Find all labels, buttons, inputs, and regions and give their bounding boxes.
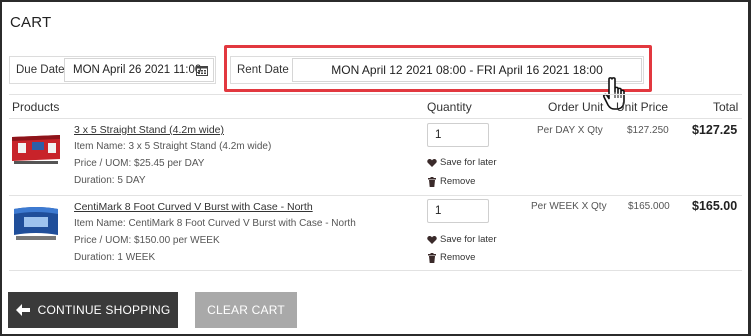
heart-icon xyxy=(427,158,437,167)
due-date-group: Due Date MON April 26 2021 11:00 xyxy=(9,56,216,84)
remove-link[interactable]: Remove xyxy=(427,176,475,187)
rent-date-input[interactable]: MON April 12 2021 08:00 - FRI April 16 2… xyxy=(292,58,642,82)
product-item-name: Item Name: 3 x 5 Straight Stand (4.2m wi… xyxy=(74,141,272,152)
due-date-label: Due Date xyxy=(16,64,65,76)
arrow-left-icon xyxy=(15,304,30,316)
trash-icon xyxy=(428,252,436,263)
product-price-uom: Price / UOM: $150.00 per WEEK xyxy=(74,235,220,246)
save-for-later-label: Save for later xyxy=(440,157,497,168)
header-order-unit: Order Unit xyxy=(548,100,604,114)
calendar-icon[interactable] xyxy=(196,65,208,76)
product-name-link[interactable]: 3 x 5 Straight Stand (4.2m wide) xyxy=(74,124,224,136)
quantity-input[interactable]: 1 xyxy=(427,123,489,147)
header-quantity: Quantity xyxy=(427,100,472,114)
continue-shopping-button[interactable]: CONTINUE SHOPPING xyxy=(8,292,178,328)
trash-icon xyxy=(428,176,436,187)
header-unit-price: Unit Price xyxy=(616,100,669,114)
product-duration: Duration: 5 DAY xyxy=(74,175,146,186)
product-duration: Duration: 1 WEEK xyxy=(74,252,156,263)
rent-date-group: Rent Date MON April 12 2021 08:00 - FRI … xyxy=(230,56,644,84)
remove-link[interactable]: Remove xyxy=(427,252,475,263)
quantity-input[interactable]: 1 xyxy=(427,199,489,223)
save-for-later-link[interactable]: Save for later xyxy=(427,234,497,245)
header-total: Total xyxy=(713,100,739,114)
rent-date-value: MON April 12 2021 08:00 - FRI April 16 2… xyxy=(331,63,603,77)
page-title: CART xyxy=(10,14,52,31)
rent-date-label: Rent Date xyxy=(237,64,289,76)
product-thumbnail[interactable] xyxy=(10,205,62,243)
continue-shopping-label: CONTINUE SHOPPING xyxy=(37,303,171,317)
row-total-value: $127.25 xyxy=(692,123,738,137)
header-divider xyxy=(9,118,742,119)
remove-label: Remove xyxy=(440,252,476,263)
heart-icon xyxy=(427,235,437,244)
order-unit-value: Per WEEK X Qty xyxy=(531,201,607,212)
due-date-value: MON April 26 2021 11:00 xyxy=(73,64,202,76)
remove-label: Remove xyxy=(440,176,476,187)
product-price-uom: Price / UOM: $25.45 per DAY xyxy=(74,158,205,169)
header-products: Products xyxy=(12,100,60,114)
row-total-value: $165.00 xyxy=(692,199,738,213)
table-top-divider xyxy=(9,94,742,95)
product-thumbnail[interactable] xyxy=(10,129,62,167)
row-divider xyxy=(9,195,742,196)
clear-cart-label: CLEAR CART xyxy=(207,303,285,317)
clear-cart-button[interactable]: CLEAR CART xyxy=(195,292,297,328)
product-item-name: Item Name: CentiMark 8 Foot Curved V Bur… xyxy=(74,218,356,229)
order-unit-value: Per DAY X Qty xyxy=(537,125,603,136)
product-name-link[interactable]: CentiMark 8 Foot Curved V Burst with Cas… xyxy=(74,201,313,213)
save-for-later-link[interactable]: Save for later xyxy=(427,157,497,168)
unit-price-value: $165.000 xyxy=(628,201,670,212)
save-for-later-label: Save for later xyxy=(440,234,497,245)
unit-price-value: $127.250 xyxy=(627,125,669,136)
row-divider xyxy=(9,270,742,271)
due-date-input[interactable]: MON April 26 2021 11:00 xyxy=(64,58,214,82)
